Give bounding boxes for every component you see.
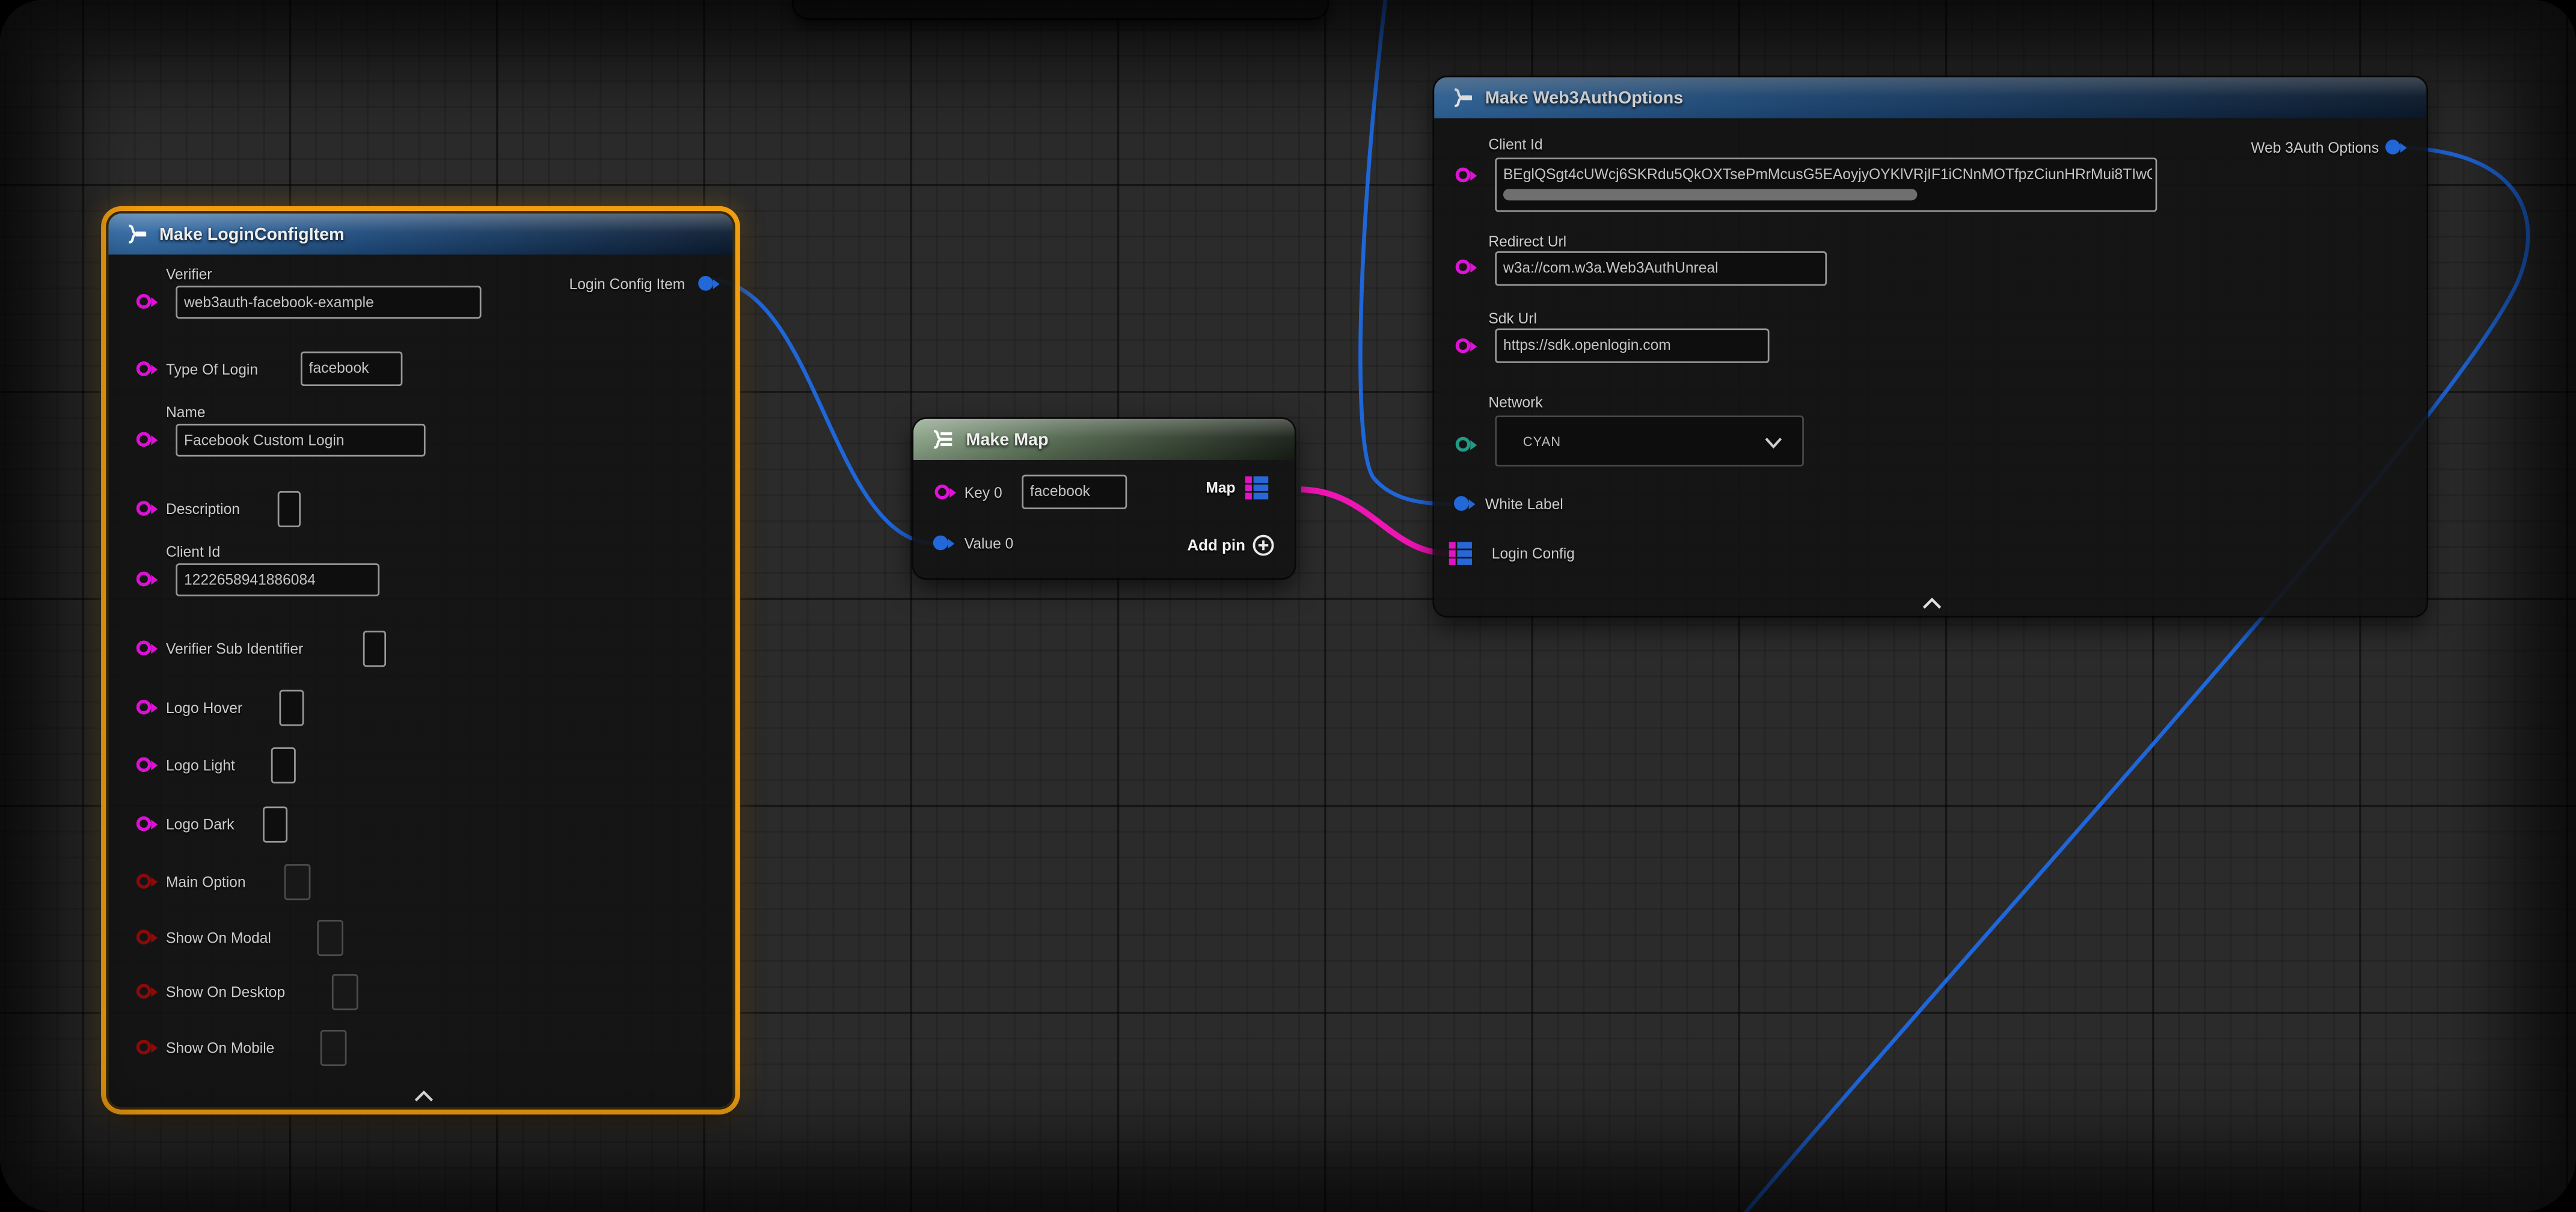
partial-node-top[interactable] — [794, 0, 1328, 18]
pin-map-output[interactable] — [1245, 476, 1268, 499]
logo-dark-input[interactable] — [263, 806, 287, 842]
pin-label-key0: Key 0 — [964, 483, 1002, 503]
node-header[interactable]: Make Map — [913, 419, 1295, 460]
pin-login-config-item-output[interactable] — [698, 276, 713, 291]
pin-label-show-on-desktop: Show On Desktop — [166, 982, 285, 1002]
collapse-node-button[interactable] — [1922, 588, 1942, 617]
add-pin-button[interactable]: Add pin — [1187, 534, 1275, 557]
pin-client-id[interactable] — [136, 572, 152, 587]
pin-type-of-login[interactable] — [136, 361, 152, 376]
output-label-web3auth-options: Web 3Auth Options — [2251, 138, 2379, 158]
logo-hover-input[interactable] — [279, 690, 304, 726]
pin-label-client-id: Client Id — [1488, 135, 1542, 155]
pin-label-verifier-sub-identifier: Verifier Sub Identifier — [166, 639, 303, 659]
pin-label-login-config: Login Config — [1492, 543, 1575, 563]
pin-web3auth-options-output[interactable] — [2385, 139, 2400, 155]
network-dropdown[interactable]: CYAN — [1495, 415, 1804, 467]
make-struct-icon — [123, 224, 148, 245]
pin-label-description: Description — [166, 500, 240, 519]
node-header[interactable]: Make LoginConfigItem — [108, 213, 732, 254]
node-header[interactable]: Make Web3AuthOptions — [1434, 77, 2426, 118]
node-title: Make LoginConfigItem — [159, 224, 345, 244]
client-id-input[interactable]: BEglQSgt4cUWcj6SKRdu5QkOXTsePmMcusG5EAoy… — [1495, 158, 2157, 212]
output-label-login-config-item: Login Config Item — [569, 274, 685, 294]
collapse-node-button[interactable] — [414, 1081, 434, 1110]
pin-label-name: Name — [166, 402, 206, 422]
pin-label-logo-light: Logo Light — [166, 756, 235, 776]
make-struct-icon — [1449, 87, 1474, 109]
logo-light-input[interactable] — [271, 747, 296, 783]
pin-label-logo-dark: Logo Dark — [166, 815, 234, 834]
pin-verifier[interactable] — [136, 294, 152, 309]
pin-show-on-desktop[interactable] — [136, 984, 152, 999]
pin-logo-hover[interactable] — [136, 700, 152, 715]
wire-map-to-login-config[interactable] — [1301, 489, 1447, 554]
pin-label-type-of-login: Type Of Login — [166, 360, 258, 379]
pin-label-logo-hover: Logo Hover — [166, 698, 242, 718]
network-selected-value: CYAN — [1523, 433, 1561, 448]
pin-name[interactable] — [136, 432, 152, 447]
pin-label-show-on-modal: Show On Modal — [166, 928, 271, 948]
name-input[interactable]: Facebook Custom Login — [176, 424, 425, 457]
pin-login-config[interactable] — [1449, 542, 1472, 565]
pin-main-option[interactable] — [136, 874, 152, 889]
show-on-desktop-checkbox[interactable] — [332, 974, 358, 1010]
pin-label-main-option: Main Option — [166, 872, 246, 892]
key0-input[interactable]: facebook — [1022, 475, 1127, 509]
node-title: Make Map — [966, 429, 1049, 449]
add-pin-label: Add pin — [1187, 536, 1245, 554]
description-input[interactable] — [278, 491, 301, 527]
pin-white-label[interactable] — [1454, 496, 1469, 511]
verifier-input[interactable]: web3auth-facebook-example — [176, 286, 481, 319]
pin-label-client-id: Client Id — [166, 542, 220, 562]
type-of-login-input[interactable]: facebook — [301, 352, 402, 386]
pin-client-id[interactable] — [1456, 168, 1471, 183]
verifier-sub-identifier-input[interactable] — [363, 631, 386, 667]
show-on-modal-checkbox[interactable] — [317, 920, 343, 956]
output-label-map: Map — [1206, 478, 1235, 498]
chevron-down-icon — [1764, 426, 1782, 456]
node-make-web3authoptions[interactable]: Make Web3AuthOptions Client Id BEglQSgt4… — [1434, 77, 2426, 616]
blueprint-graph-canvas[interactable]: Make LoginConfigItem Verifier web3auth-f… — [0, 0, 2576, 1212]
pin-show-on-mobile[interactable] — [136, 1039, 152, 1054]
client-id-scrollbar[interactable] — [1503, 189, 1918, 200]
sdk-url-input[interactable]: https://sdk.openlogin.com — [1495, 328, 1769, 363]
client-id-input[interactable]: 1222658941886084 — [176, 563, 379, 596]
pin-label-redirect-url: Redirect Url — [1488, 231, 1566, 251]
add-pin-plus-icon — [1252, 534, 1275, 557]
node-title: Make Web3AuthOptions — [1485, 88, 1683, 108]
node-make-loginconfigitem[interactable]: Make LoginConfigItem Verifier web3auth-f… — [108, 213, 732, 1107]
pin-value0[interactable] — [933, 536, 948, 551]
pin-verifier-sub-identifier[interactable] — [136, 641, 152, 656]
pin-show-on-modal[interactable] — [136, 929, 152, 944]
pin-label-verifier: Verifier — [166, 265, 212, 284]
pin-redirect-url[interactable] — [1456, 260, 1471, 275]
pin-key0[interactable] — [935, 485, 950, 500]
pin-logo-light[interactable] — [136, 758, 152, 773]
pin-sdk-url[interactable] — [1456, 338, 1471, 354]
pin-description[interactable] — [136, 501, 152, 516]
wire-loginconfigitem-to-value0[interactable] — [708, 279, 935, 543]
pin-label-sdk-url: Sdk Url — [1488, 309, 1537, 329]
pin-network[interactable] — [1456, 437, 1471, 452]
make-map-icon — [928, 429, 955, 450]
pin-label-show-on-mobile: Show On Mobile — [166, 1038, 274, 1058]
client-id-value: BEglQSgt4cUWcj6SKRdu5QkOXTsePmMcusG5EAoy… — [1503, 161, 2152, 189]
pin-label-white-label: White Label — [1485, 494, 1563, 514]
pin-logo-dark[interactable] — [136, 816, 152, 831]
node-make-map[interactable]: Make Map Key 0 facebook Map Value 0 Add … — [913, 419, 1295, 578]
pin-label-network: Network — [1488, 393, 1542, 412]
redirect-url-input[interactable]: w3a://com.w3a.Web3AuthUnreal — [1495, 251, 1827, 286]
pin-label-value0: Value 0 — [964, 534, 1014, 554]
show-on-mobile-checkbox[interactable] — [320, 1030, 347, 1066]
main-option-checkbox[interactable] — [284, 864, 311, 900]
